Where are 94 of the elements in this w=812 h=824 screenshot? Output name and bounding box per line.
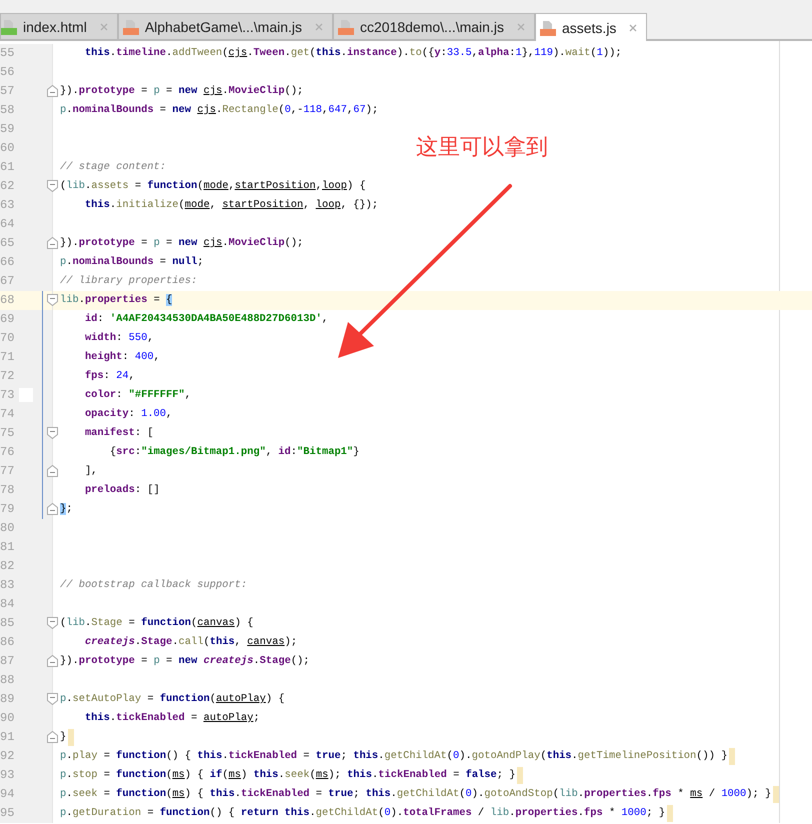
line-number: 73 [0, 388, 14, 402]
line-number: 72 [0, 369, 14, 383]
line-number: 78 [0, 483, 14, 497]
code-line: createjs.Stage.call(this, canvas); [84, 635, 298, 650]
fold-icon[interactable] [47, 180, 58, 192]
code-line: preloads: [] [84, 483, 160, 498]
code-line: this.timeline.addTween(cjs.Tween.get(this.instance).to({y:33.5,alpha:1},119).wait(1)); [84, 46, 622, 61]
code-line: (lib.assets = function(mode,startPosition,loop) { [60, 179, 366, 194]
line-number: 76 [0, 445, 14, 459]
line-number: 63 [0, 198, 14, 212]
line-number: 64 [0, 217, 14, 231]
editor-tab[interactable]: assets.js [534, 13, 648, 41]
line-number: 94 [0, 787, 14, 801]
code-line: }; [60, 502, 72, 517]
line-number: 70 [0, 331, 14, 345]
fold-icon[interactable] [47, 465, 58, 477]
file-icon [1, 18, 17, 34]
code-line: this.tickEnabled = autoPlay; [84, 711, 260, 726]
code-line: } [60, 730, 66, 745]
line-number: 67 [0, 274, 14, 288]
code-line: id: 'A4AF20434530DA4BA50E488D27D6013D', [84, 312, 328, 327]
line-number: 60 [0, 141, 14, 155]
fold-icon[interactable] [47, 427, 58, 439]
code-line: p.setAutoPlay = function(autoPlay) { [60, 692, 285, 707]
code-line: p.nominalBounds = null; [60, 255, 204, 270]
line-number: 81 [0, 540, 14, 554]
close-icon[interactable] [628, 22, 638, 32]
line-number: 82 [0, 559, 14, 573]
code-line: opacity: 1.00, [84, 407, 172, 422]
code-line: width: 550, [84, 331, 154, 346]
code-line: p.play = function() { this.tickEnabled = true; this.getChildAt(0).gotoAndPlay(this.getTimelinePosition()) } [60, 749, 728, 764]
code-line: {src:"images/Bitmap1.png", id:"Bitmap1"} [108, 445, 360, 460]
code-line: fps: 24, [84, 369, 135, 384]
code-line: (lib.Stage = function(canvas) { [60, 616, 254, 631]
line-number: 55 [0, 46, 14, 60]
line-number: 79 [0, 502, 14, 516]
editor-tab[interactable]: index.html [0, 13, 118, 39]
fold-icon[interactable] [47, 294, 58, 306]
annotation-text: 这里可以拿到 [416, 134, 548, 162]
line-number: 89 [0, 692, 14, 706]
line-number: 74 [0, 407, 14, 421]
line-number: 65 [0, 236, 14, 250]
line-number: 87 [0, 654, 14, 668]
code-line: lib.properties = { [60, 293, 172, 308]
line-number: 88 [0, 673, 14, 687]
line-number: 90 [0, 711, 14, 725]
code-line: // stage content: [60, 160, 166, 175]
line-number: 75 [0, 426, 14, 440]
code-line: }).prototype = p = new createjs.Stage(); [60, 654, 310, 669]
code-line: }).prototype = p = new cjs.MovieClip(); [60, 236, 304, 251]
line-number: 83 [0, 578, 14, 592]
code-line: p.nominalBounds = new cjs.Rectangle(0,-118,647,67); [60, 103, 378, 118]
fold-icon[interactable] [47, 85, 58, 97]
line-number: 77 [0, 464, 14, 478]
editor-tab[interactable]: cc2018demo\...\main.js [333, 13, 535, 39]
line-number: 80 [0, 521, 14, 535]
fold-icon[interactable] [47, 617, 58, 629]
fold-icon[interactable] [47, 655, 58, 667]
file-icon [338, 18, 354, 34]
line-number: 58 [0, 103, 14, 117]
line-number: 84 [0, 597, 14, 611]
line-number: 86 [0, 635, 14, 649]
code-line: p.stop = function(ms) { if(ms) this.seek(ms); this.tickEnabled = false; } [60, 768, 516, 783]
fold-icon[interactable] [47, 731, 58, 743]
code-line: height: 400, [84, 350, 160, 365]
line-number: 93 [0, 768, 14, 782]
line-number: 66 [0, 255, 14, 269]
line-number: 62 [0, 179, 14, 193]
code-line: // bootstrap callback support: [60, 578, 248, 593]
code-line: }).prototype = p = new cjs.MovieClip(); [60, 84, 304, 99]
line-number: 92 [0, 749, 14, 763]
code-line: this.initialize(mode, startPosition, loop, {}); [84, 198, 378, 213]
code-line: p.seek = function(ms) { this.tickEnabled = true; this.getChildAt(0).gotoAndStop(lib.properties.fps * ms / 1000); } [60, 787, 772, 802]
line-number: 69 [0, 312, 14, 326]
line-number: 71 [0, 350, 14, 364]
line-number: 85 [0, 616, 14, 630]
file-icon [540, 20, 556, 36]
fold-icon[interactable] [47, 693, 58, 705]
file-icon [122, 18, 139, 34]
line-number: 95 [0, 806, 14, 820]
code-line: manifest: [ [84, 426, 154, 441]
code-line: // library properties: [60, 274, 198, 289]
fold-icon[interactable] [47, 237, 58, 249]
line-number: 57 [0, 84, 14, 98]
line-number: 59 [0, 122, 14, 136]
line-number: 91 [0, 730, 14, 744]
code-line: p.getDuration = function() { return this.getChildAt(0).totalFrames / lib.properties.fps * 1000; } [60, 806, 666, 821]
code-line: color: "#FFFFFF", [84, 388, 191, 403]
line-number: 68 [0, 293, 14, 307]
line-number: 56 [0, 65, 14, 79]
line-number: 61 [0, 160, 14, 174]
code-line: ], [84, 464, 98, 479]
editor-tab[interactable]: AlphabetGame\...\main.js [118, 13, 333, 39]
fold-icon[interactable] [47, 503, 58, 515]
